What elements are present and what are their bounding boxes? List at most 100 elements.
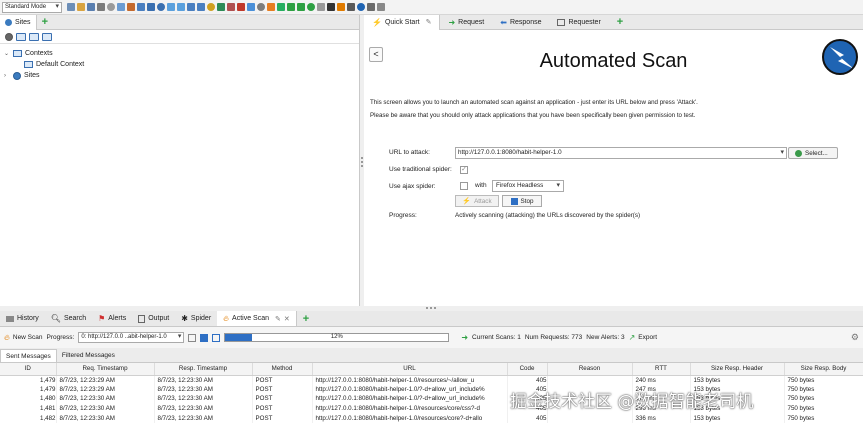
tab-sites[interactable]: Sites	[0, 14, 37, 30]
column-header[interactable]: Method	[252, 363, 313, 376]
column-header[interactable]: Req. Timestamp	[56, 363, 155, 376]
hud-icon[interactable]	[277, 3, 285, 11]
table-cell: 750 bytes	[784, 394, 863, 404]
details-icon[interactable]	[212, 333, 221, 342]
attack-mode-icon[interactable]	[337, 3, 345, 11]
stop-button[interactable]: Stop	[502, 195, 542, 207]
tab-spider[interactable]: ✱ Spider	[175, 311, 217, 326]
new-scan-button[interactable]: 🔥︎ New Scan	[4, 333, 43, 343]
ajax-spider-icon[interactable]	[357, 3, 365, 11]
column-header[interactable]: RTT	[632, 363, 691, 376]
table-row[interactable]: 1,479 8/7/23, 12:23:29 AM 8/7/23, 12:23:30…	[0, 375, 863, 385]
tab-alerts[interactable]: ⚑ Alerts	[92, 311, 132, 326]
column-header[interactable]: Resp. Timestamp	[154, 363, 253, 376]
expand-sites-icon[interactable]	[187, 3, 195, 11]
properties-icon[interactable]	[107, 3, 115, 11]
break-icon[interactable]	[207, 3, 215, 11]
hide-tabs-icon[interactable]	[177, 3, 185, 11]
encode-icon[interactable]	[367, 3, 375, 11]
column-header[interactable]: Size Resp. Body	[784, 363, 863, 376]
tab-sent-messages[interactable]: Sent Messages	[0, 349, 57, 362]
snapshot-icon[interactable]	[97, 3, 105, 11]
spider-icon[interactable]	[347, 3, 355, 11]
tab-filtered-messages[interactable]: Filtered Messages	[57, 349, 120, 362]
new-context-icon[interactable]	[16, 32, 26, 41]
table-cell: 153 bytes	[690, 375, 785, 385]
check-updates-icon[interactable]	[127, 3, 135, 11]
new-scan-label: New Scan	[12, 334, 43, 341]
tab-request[interactable]: ➜ Request	[440, 15, 492, 30]
new-session-icon[interactable]	[67, 3, 75, 11]
tab-response[interactable]: ⬅ Response	[492, 15, 549, 30]
tree-node-default-context[interactable]: Default Context	[4, 59, 359, 70]
tab-requester[interactable]: Requester	[549, 15, 608, 30]
open-session-icon[interactable]	[77, 3, 85, 11]
plus-icon: +	[302, 312, 310, 325]
stop-icon[interactable]	[200, 333, 209, 342]
add-tab-button[interactable]: +	[297, 311, 315, 326]
tab-output[interactable]: Output	[132, 311, 175, 326]
tags-icon[interactable]	[227, 3, 235, 11]
export-button[interactable]: ↗ Export	[629, 333, 658, 342]
close-icon[interactable]: ✕	[284, 315, 290, 323]
browser-select[interactable]: Firefox Headless	[492, 180, 564, 192]
table-cell: 405	[507, 375, 548, 385]
show-tabs-icon[interactable]	[167, 3, 175, 11]
table-row[interactable]: 1,482 8/7/23, 12:23:30 AM 8/7/23, 12:23:30…	[0, 413, 863, 423]
attack-button[interactable]: ⚡ Attack	[455, 195, 499, 207]
new-alerts: New Alerts: 3	[586, 334, 625, 341]
fuzz-icon[interactable]	[377, 3, 385, 11]
tree-node-sites[interactable]: › Sites	[4, 70, 359, 81]
column-header[interactable]: Code	[507, 363, 548, 376]
pin-icon[interactable]: ✎	[426, 18, 432, 26]
select-url-button[interactable]: Select...	[788, 147, 838, 159]
continue-icon[interactable]	[307, 3, 315, 11]
column-header[interactable]: Reason	[547, 363, 633, 376]
bottom-tabbar: History 🔍︎ Search ⚑ Alerts Output ✱ Spid…	[0, 311, 863, 327]
column-header[interactable]: URL	[312, 363, 508, 376]
column-header[interactable]: ID	[0, 363, 57, 376]
step-icon[interactable]	[297, 3, 305, 11]
table-cell: 750 bytes	[784, 375, 863, 385]
url-input[interactable]: http://127.0.0.1:8080/habit-helper-1.0	[455, 147, 787, 159]
pin-icon[interactable]: ✎	[275, 315, 281, 323]
manage-add-ons-icon[interactable]	[247, 3, 255, 11]
console-icon[interactable]	[327, 3, 335, 11]
breakpoint-icon[interactable]	[287, 3, 295, 11]
scripts-icon[interactable]	[257, 3, 265, 11]
tab-history[interactable]: History	[0, 311, 45, 326]
tab-quick-start[interactable]: ⚡ Quick Start ✎	[364, 14, 441, 30]
expand-info-icon[interactable]	[197, 3, 205, 11]
table-cell	[547, 413, 633, 423]
column-header[interactable]: Size Resp. Header	[690, 363, 785, 376]
persist-session-icon[interactable]	[87, 3, 95, 11]
show-scope-icon[interactable]	[5, 32, 13, 41]
pause-icon[interactable]	[188, 333, 197, 342]
scan-progress-select[interactable]: 0: http://127.0.0 ..abit-helper-1.0	[78, 332, 185, 343]
table-cell: 8/7/23, 12:23:30 AM	[56, 403, 155, 414]
marketplace-icon[interactable]	[237, 3, 245, 11]
import-context-icon[interactable]	[29, 32, 39, 41]
traditional-spider-checkbox[interactable]: ✓	[460, 166, 468, 174]
tree-node-contexts[interactable]: ⌄ Contexts	[4, 48, 359, 59]
chevron-down-icon[interactable]: ⌄	[4, 50, 10, 57]
add-tab-button[interactable]: +	[37, 15, 53, 30]
ajax-spider-checkbox[interactable]	[460, 182, 468, 190]
bug-icon[interactable]	[267, 3, 275, 11]
add-tab-button[interactable]: +	[609, 15, 631, 30]
table-cell: http://127.0.0.1:8080/habit-helper-1.0/r…	[312, 413, 508, 423]
layout-tabs-icon[interactable]	[157, 3, 165, 11]
mode-select[interactable]: Standard Mode	[2, 1, 62, 13]
tab-search[interactable]: 🔍︎ Search	[45, 311, 92, 326]
scope-icon[interactable]	[217, 3, 225, 11]
gear-icon[interactable]: ⚙	[851, 332, 859, 343]
layout-full-icon[interactable]	[147, 3, 155, 11]
drop-icon[interactable]	[317, 3, 325, 11]
tab-quick-start-label: Quick Start	[384, 18, 420, 26]
chevron-right-icon[interactable]: ›	[4, 73, 10, 79]
tab-active-scan[interactable]: 🔥︎ Active Scan ✎ ✕	[217, 311, 297, 326]
options-icon[interactable]	[117, 3, 125, 11]
export-context-icon[interactable]	[42, 32, 52, 41]
message-tabs: Sent Messages Filtered Messages	[0, 348, 863, 363]
layout-left-icon[interactable]	[137, 3, 145, 11]
